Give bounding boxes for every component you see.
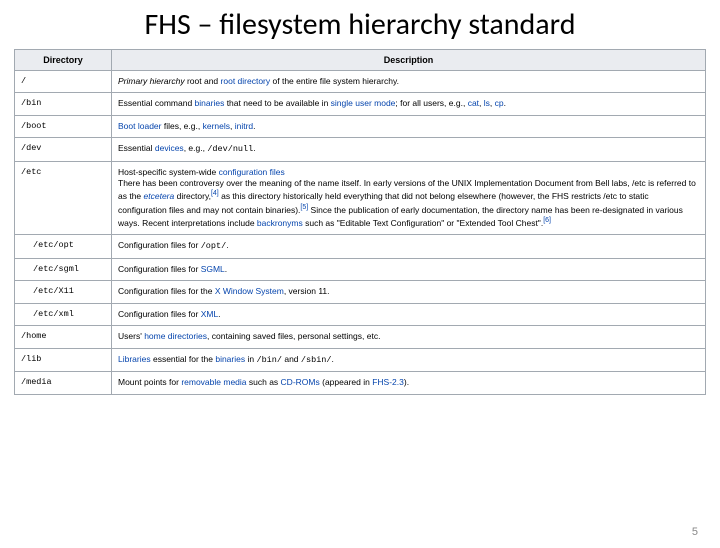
col-directory: Directory — [15, 49, 112, 70]
dir-bin: /bin — [15, 93, 112, 115]
page-title: FHS – filesystem hierarchy standard — [0, 8, 720, 43]
row-etc-opt: /etc/opt Configuration files for /opt/. — [15, 235, 706, 258]
row-bin: /bin Essential command binaries that nee… — [15, 93, 706, 115]
desc-etc-x11: Configuration files for the X Window Sys… — [112, 281, 706, 303]
desc-home: Users' home directories, containing save… — [112, 326, 706, 348]
row-dev: /dev Essential devices, e.g., /dev/null. — [15, 138, 706, 161]
desc-etc-sgml: Configuration files for SGML. — [112, 258, 706, 280]
desc-etc-opt: Configuration files for /opt/. — [112, 235, 706, 258]
row-lib: /lib Libraries essential for the binarie… — [15, 348, 706, 371]
dir-root: / — [15, 70, 112, 92]
row-root: / Primary hierarchy root and root direct… — [15, 70, 706, 92]
page-number: 5 — [692, 526, 698, 538]
dir-etc-xml: /etc/xml — [15, 303, 112, 325]
dir-home: /home — [15, 326, 112, 348]
row-boot: /boot Boot loader files, e.g., kernels, … — [15, 115, 706, 137]
desc-lib: Libraries essential for the binaries in … — [112, 348, 706, 371]
desc-dev: Essential devices, e.g., /dev/null. — [112, 138, 706, 161]
dir-etc-sgml: /etc/sgml — [15, 258, 112, 280]
table-header-row: Directory Description — [15, 49, 706, 70]
dir-lib: /lib — [15, 348, 112, 371]
desc-root: Primary hierarchy root and root director… — [112, 70, 706, 92]
desc-boot: Boot loader files, e.g., kernels, initrd… — [112, 115, 706, 137]
row-etc-sgml: /etc/sgml Configuration files for SGML. — [15, 258, 706, 280]
dir-boot: /boot — [15, 115, 112, 137]
row-home: /home Users' home directories, containin… — [15, 326, 706, 348]
col-description: Description — [112, 49, 706, 70]
desc-etc: Host-specific system-wide configuration … — [112, 161, 706, 235]
row-etc-x11: /etc/X11 Configuration files for the X W… — [15, 281, 706, 303]
desc-media: Mount points for removable media such as… — [112, 372, 706, 394]
dir-media: /media — [15, 372, 112, 394]
row-media: /media Mount points for removable media … — [15, 372, 706, 394]
dir-etc: /etc — [15, 161, 112, 235]
dir-etc-x11: /etc/X11 — [15, 281, 112, 303]
fhs-table: Directory Description / Primary hierarch… — [14, 49, 706, 395]
row-etc: /etc Host-specific system-wide configura… — [15, 161, 706, 235]
dir-etc-opt: /etc/opt — [15, 235, 112, 258]
dir-dev: /dev — [15, 138, 112, 161]
fhs-table-wrap: Directory Description / Primary hierarch… — [14, 49, 706, 395]
desc-etc-xml: Configuration files for XML. — [112, 303, 706, 325]
desc-bin: Essential command binaries that need to … — [112, 93, 706, 115]
row-etc-xml: /etc/xml Configuration files for XML. — [15, 303, 706, 325]
